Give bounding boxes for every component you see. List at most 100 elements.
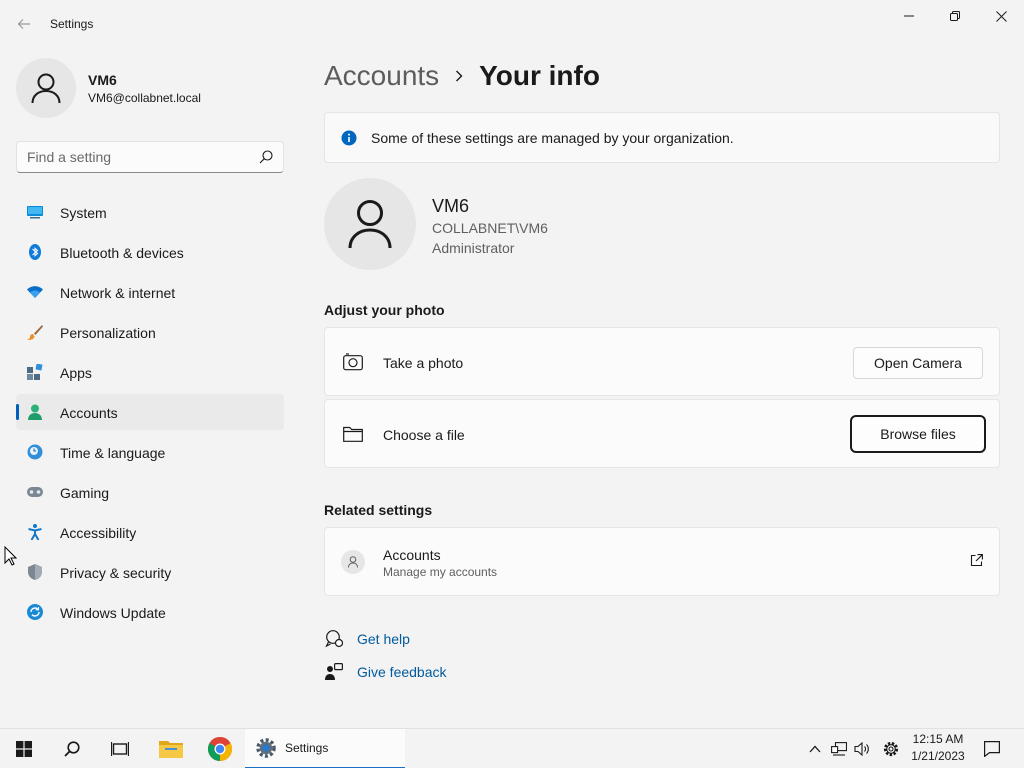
windows-logo-icon	[16, 741, 32, 757]
chevron-right-icon	[455, 70, 463, 82]
back-arrow-icon	[17, 19, 30, 29]
sidebar-item-network[interactable]: Network & internet	[16, 274, 284, 310]
camera-icon	[343, 353, 363, 371]
profile-email: VM6@collabnet.local	[88, 91, 201, 105]
shield-icon	[27, 564, 43, 580]
choose-file-card: Choose a file Browse files	[324, 399, 1000, 468]
info-icon	[341, 130, 357, 146]
volume-button[interactable]	[851, 729, 873, 768]
bluetooth-icon	[27, 244, 43, 260]
sidebar-item-label: Bluetooth & devices	[60, 245, 184, 261]
gear-icon	[883, 741, 899, 757]
chrome-icon	[208, 737, 232, 761]
sidebar-item-accessibility[interactable]: Accessibility	[16, 514, 284, 550]
folder-icon	[159, 741, 183, 758]
sidebar-item-label: Network & internet	[60, 285, 176, 301]
tray-settings-button[interactable]	[879, 729, 903, 768]
open-camera-button[interactable]: Open Camera	[853, 347, 983, 379]
restore-button[interactable]	[932, 0, 978, 32]
give-feedback-label: Give feedback	[357, 664, 447, 680]
related-accounts-title: Accounts	[383, 547, 441, 563]
notice-text: Some of these settings are managed by yo…	[371, 130, 734, 146]
sidebar-item-privacy-security[interactable]: Privacy & security	[16, 554, 284, 590]
browse-files-button[interactable]: Browse files	[850, 415, 986, 453]
sidebar-nav: System Bluetooth & devices Network & int…	[16, 194, 284, 634]
taskbar: Settings 12:15 AM 1/21/2023	[0, 728, 1024, 768]
take-photo-card: Take a photo Open Camera	[324, 327, 1000, 396]
taskbar-settings-app[interactable]: Settings	[245, 729, 405, 768]
update-icon	[27, 604, 43, 620]
related-accounts-card[interactable]: Accounts Manage my accounts	[324, 527, 1000, 596]
sidebar-item-label: Accessibility	[60, 525, 137, 541]
show-hidden-icons-button[interactable]	[805, 729, 825, 768]
paintbrush-icon	[27, 324, 43, 340]
user-name: VM6	[432, 196, 470, 216]
sidebar-item-label: Apps	[60, 365, 92, 381]
network-status-button[interactable]	[828, 729, 850, 768]
user-role: Administrator	[432, 240, 515, 256]
sidebar-item-label: Personalization	[60, 325, 156, 341]
sidebar-item-label: Time & language	[60, 445, 166, 461]
folder-icon	[343, 426, 363, 442]
sidebar-item-label: Windows Update	[60, 605, 166, 621]
search-icon	[64, 741, 80, 757]
get-help-link[interactable]: Get help	[324, 628, 410, 650]
back-button[interactable]	[10, 10, 38, 38]
search-input[interactable]	[27, 149, 247, 165]
notifications-button[interactable]	[978, 729, 1006, 768]
title-bar: Settings	[0, 0, 1024, 48]
app-title: Settings	[50, 17, 94, 31]
sidebar-item-windows-update[interactable]: Windows Update	[16, 594, 284, 630]
sidebar-item-personalization[interactable]: Personalization	[16, 314, 284, 350]
network-icon	[831, 742, 847, 756]
sidebar-item-label: Gaming	[60, 485, 110, 501]
person-icon	[31, 73, 61, 104]
sidebar-item-time-language[interactable]: Time & language	[16, 434, 284, 470]
sidebar-item-apps[interactable]: Apps	[16, 354, 284, 390]
profile-card[interactable]: VM6 VM6@collabnet.local	[16, 58, 286, 118]
notification-icon	[984, 741, 1000, 757]
taskbar-settings-label: Settings	[285, 741, 329, 755]
user-info-card: VM6 COLLABNET\VM6 Administrator	[324, 178, 724, 272]
file-explorer-button[interactable]	[147, 729, 195, 768]
start-button[interactable]	[0, 729, 48, 768]
person-icon	[27, 404, 43, 420]
speaker-icon	[854, 742, 869, 756]
search-box[interactable]	[16, 141, 284, 173]
taskbar-clock[interactable]: 12:15 AM 1/21/2023	[905, 731, 971, 765]
give-feedback-link[interactable]: Give feedback	[324, 661, 447, 683]
apps-icon	[27, 364, 43, 380]
chevron-up-icon	[809, 745, 821, 753]
clock-date: 1/21/2023	[911, 749, 965, 763]
section-title-related: Related settings	[324, 502, 433, 518]
close-button[interactable]	[978, 0, 1024, 32]
breadcrumb-parent[interactable]: Accounts	[324, 60, 439, 92]
task-view-icon	[111, 742, 129, 756]
sidebar-item-system[interactable]: System	[16, 194, 284, 230]
person-icon	[348, 556, 358, 568]
mouse-cursor-icon	[4, 546, 17, 566]
person-icon	[348, 200, 392, 249]
breadcrumb: Accounts Your info	[324, 56, 600, 96]
sidebar-item-bluetooth[interactable]: Bluetooth & devices	[16, 234, 284, 270]
monitor-icon	[27, 204, 43, 220]
taskbar-search-button[interactable]	[48, 729, 96, 768]
chrome-button[interactable]	[196, 729, 244, 768]
minimize-button[interactable]	[886, 0, 932, 32]
wifi-icon	[27, 284, 43, 300]
accessibility-icon	[27, 524, 43, 540]
sidebar-item-gaming[interactable]: Gaming	[16, 474, 284, 510]
sidebar-item-label: Privacy & security	[60, 565, 172, 581]
clock-time: 12:15 AM	[912, 732, 964, 746]
sidebar-item-accounts[interactable]: Accounts	[16, 394, 284, 430]
managed-notice: Some of these settings are managed by yo…	[324, 112, 1000, 163]
avatar	[16, 58, 76, 118]
sidebar-item-label: Accounts	[60, 405, 118, 421]
user-domain: COLLABNET\VM6	[432, 220, 548, 236]
task-view-button[interactable]	[96, 729, 144, 768]
restore-icon	[950, 11, 960, 21]
section-title-photo: Adjust your photo	[324, 302, 445, 318]
related-accounts-subtitle: Manage my accounts	[383, 565, 498, 579]
feedback-icon	[324, 662, 344, 682]
user-avatar	[324, 178, 416, 270]
